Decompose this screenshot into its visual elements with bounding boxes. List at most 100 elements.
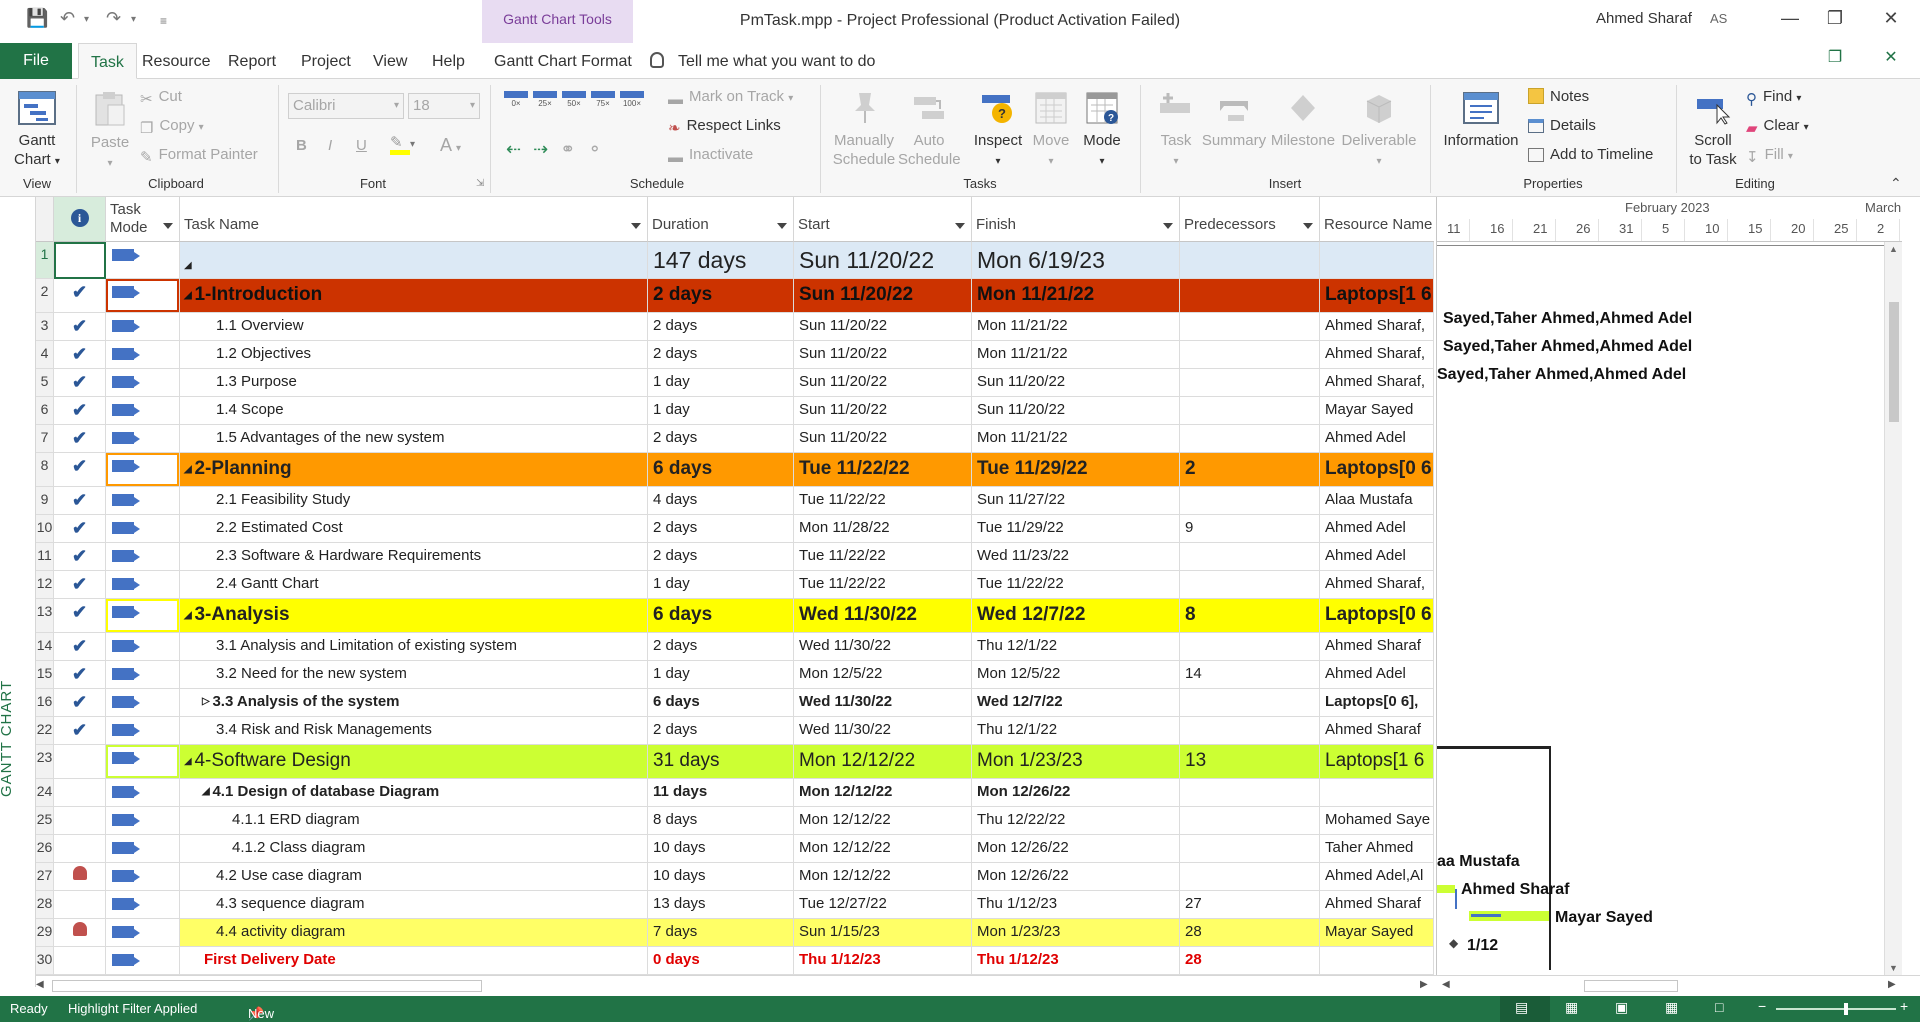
duration-cell[interactable]: 2 days: [648, 717, 794, 745]
indicator-cell[interactable]: ✔: [54, 279, 106, 313]
filter-dropdown-icon[interactable]: [955, 223, 965, 229]
tab-gantt-chart-format[interactable]: Gantt Chart Format: [494, 43, 632, 79]
row-id[interactable]: 2: [36, 279, 54, 313]
table-row[interactable]: 13 ✔ ◢ 3-Analysis 6 days Wed 11/30/22 Wed 12/…: [36, 599, 1434, 633]
finish-cell[interactable]: Tue 11/29/22: [972, 453, 1180, 487]
unlink-icon[interactable]: ⚬: [587, 139, 602, 159]
finish-cell[interactable]: Mon 12/26/22: [972, 835, 1180, 863]
task-name-cell[interactable]: 4.3 sequence diagram: [180, 891, 648, 919]
row-id[interactable]: 8: [36, 453, 54, 487]
indicator-cell[interactable]: [54, 947, 106, 975]
task-name-cell[interactable]: 3.4 Risk and Risk Managements: [180, 717, 648, 745]
outdent-icon[interactable]: ⇠: [506, 139, 521, 159]
row-id[interactable]: 29: [36, 919, 54, 947]
resource-names-cell[interactable]: Mayar Sayed: [1320, 397, 1434, 425]
row-id[interactable]: 1: [36, 242, 54, 279]
start-cell[interactable]: Tue 11/22/22: [794, 487, 972, 515]
start-cell[interactable]: Tue 11/22/22: [794, 543, 972, 571]
resource-names-cell[interactable]: Laptops[1 6: [1320, 279, 1434, 313]
indicator-cell[interactable]: [54, 919, 106, 947]
predecessors-cell[interactable]: 14: [1180, 661, 1320, 689]
task-mode-cell[interactable]: [106, 745, 180, 779]
resource-names-cell[interactable]: Ahmed Sharaf,: [1320, 341, 1434, 369]
table-row[interactable]: 12 ✔ 2.4 Gantt Chart 1 day Tue 11/22/22 Tue 1…: [36, 571, 1434, 599]
resource-names-cell[interactable]: Laptops[1 6: [1320, 745, 1434, 779]
finish-cell[interactable]: Thu 1/12/23: [972, 891, 1180, 919]
row-id[interactable]: 25: [36, 807, 54, 835]
filter-dropdown-icon[interactable]: [163, 223, 173, 229]
start-cell[interactable]: Mon 12/12/22: [794, 807, 972, 835]
resource-names-cell[interactable]: Ahmed Sharaf,: [1320, 571, 1434, 599]
report-icon[interactable]: □: [1715, 999, 1723, 1015]
tab-file[interactable]: File: [0, 43, 72, 79]
table-row[interactable]: 1 ◢ 147 days Sun 11/20/22 Mon 6/19/23: [36, 242, 1434, 279]
indicator-cell[interactable]: ✔: [54, 661, 106, 689]
indicator-cell[interactable]: [54, 835, 106, 863]
task-name-cell[interactable]: ▷ 3.3 Analysis of the system: [180, 689, 648, 717]
indicators-header[interactable]: i: [54, 197, 106, 242]
zoom-slider-thumb[interactable]: [1844, 1003, 1848, 1015]
duration-cell[interactable]: 2 days: [648, 515, 794, 543]
task-mode-cell[interactable]: [106, 891, 180, 919]
indicator-cell[interactable]: ✔: [54, 543, 106, 571]
finish-cell[interactable]: Tue 11/29/22: [972, 515, 1180, 543]
indicator-cell[interactable]: ✔: [54, 599, 106, 633]
predecessors-cell[interactable]: [1180, 279, 1320, 313]
task-mode-header[interactable]: Task Mode: [106, 197, 180, 242]
resource-names-cell[interactable]: [1320, 947, 1434, 975]
status-filter[interactable]: Highlight Filter Applied: [68, 1001, 197, 1016]
filter-dropdown-icon[interactable]: [1303, 223, 1313, 229]
insert-milestone-button[interactable]: Milestone: [1268, 91, 1338, 150]
start-cell[interactable]: Wed 11/30/22: [794, 717, 972, 745]
predecessors-cell[interactable]: 13: [1180, 745, 1320, 779]
resource-names-cell[interactable]: [1320, 779, 1434, 807]
tab-project[interactable]: Project: [301, 43, 351, 79]
indicator-cell[interactable]: [54, 745, 106, 779]
finish-cell[interactable]: Thu 12/1/22: [972, 633, 1180, 661]
collapse-outline-icon[interactable]: ◢: [184, 290, 194, 301]
finish-cell[interactable]: Mon 1/23/23: [972, 919, 1180, 947]
task-name-cell[interactable]: 2.3 Software & Hardware Requirements: [180, 543, 648, 571]
task-name-cell[interactable]: 4.4 activity diagram: [180, 919, 648, 947]
table-row[interactable]: 25 4.1.1 ERD diagram 8 days Mon 12/12/22 Thu…: [36, 807, 1434, 835]
duration-cell[interactable]: 2 days: [648, 425, 794, 453]
predecessors-cell[interactable]: [1180, 779, 1320, 807]
redo-icon[interactable]: ↷: [106, 8, 121, 29]
duration-cell[interactable]: 0 days: [648, 947, 794, 975]
table-row[interactable]: 28 4.3 sequence diagram 13 days Tue 12/27/2…: [36, 891, 1434, 919]
start-cell[interactable]: Mon 12/5/22: [794, 661, 972, 689]
resource-names-cell[interactable]: Laptops[0 6: [1320, 599, 1434, 633]
task-mode-cell[interactable]: [106, 279, 180, 313]
resource-names-cell[interactable]: Ahmed Adel: [1320, 543, 1434, 571]
inspect-button[interactable]: ? Inspect ▾: [970, 91, 1026, 171]
highlight-color-button[interactable]: ✎ ▾: [390, 133, 415, 155]
fill-button[interactable]: ↧ Fill ▾: [1746, 146, 1793, 166]
duration-cell[interactable]: 2 days: [648, 543, 794, 571]
row-id[interactable]: 22: [36, 717, 54, 745]
indicator-cell[interactable]: [54, 891, 106, 919]
font-family-select[interactable]: Calibri ▾: [288, 93, 404, 119]
task-mode-cell[interactable]: [106, 947, 180, 975]
task-mode-cell[interactable]: [106, 543, 180, 571]
zoom-out-icon[interactable]: −: [1758, 998, 1766, 1014]
predecessors-cell[interactable]: 27: [1180, 891, 1320, 919]
pct25-button[interactable]: 25×: [533, 91, 557, 108]
filter-dropdown-icon[interactable]: [1163, 223, 1173, 229]
predecessors-cell[interactable]: 28: [1180, 947, 1320, 975]
indicator-cell[interactable]: ✔: [54, 341, 106, 369]
task-name-cell[interactable]: 1.2 Objectives: [180, 341, 648, 369]
task-mode-cell[interactable]: [106, 633, 180, 661]
expand-outline-icon[interactable]: ▷: [202, 696, 212, 707]
predecessors-cell[interactable]: [1180, 487, 1320, 515]
task-name-cell[interactable]: 2.2 Estimated Cost: [180, 515, 648, 543]
task-mode-cell[interactable]: [106, 397, 180, 425]
duration-cell[interactable]: 6 days: [648, 599, 794, 633]
finish-cell[interactable]: Mon 11/21/22: [972, 313, 1180, 341]
finish-cell[interactable]: Sun 11/20/22: [972, 397, 1180, 425]
resource-names-cell[interactable]: Mohamed Saye: [1320, 807, 1434, 835]
task-name-cell[interactable]: 4.2 Use case diagram: [180, 863, 648, 891]
predecessors-cell[interactable]: 28: [1180, 919, 1320, 947]
scroll-right-icon[interactable]: ▶: [1420, 979, 1428, 990]
italic-button[interactable]: I: [328, 137, 332, 154]
table-row[interactable]: 4 ✔ 1.2 Objectives 2 days Sun 11/20/22 Mon 11…: [36, 341, 1434, 369]
